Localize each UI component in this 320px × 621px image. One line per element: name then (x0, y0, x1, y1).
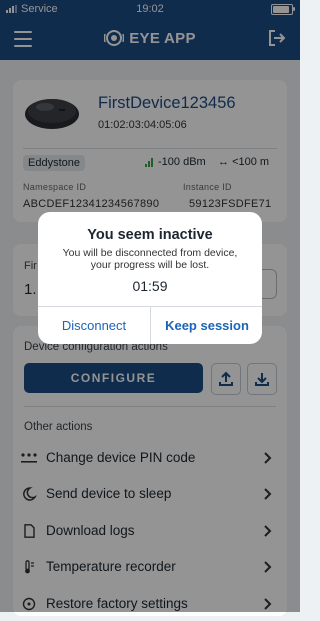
dialog-title: You seem inactive (87, 227, 213, 243)
dialog-message: You will be disconnected from device, yo… (46, 247, 254, 271)
keep-session-button[interactable]: Keep session (151, 307, 263, 344)
disconnect-button[interactable]: Disconnect (38, 307, 150, 344)
dialog-message-line: your progress will be lost. (90, 259, 210, 271)
dialog-message-line: You will be disconnected from device, (62, 247, 238, 259)
inactivity-dialog: You seem inactive You will be disconnect… (38, 212, 262, 344)
countdown-timer: 01:59 (132, 278, 168, 294)
